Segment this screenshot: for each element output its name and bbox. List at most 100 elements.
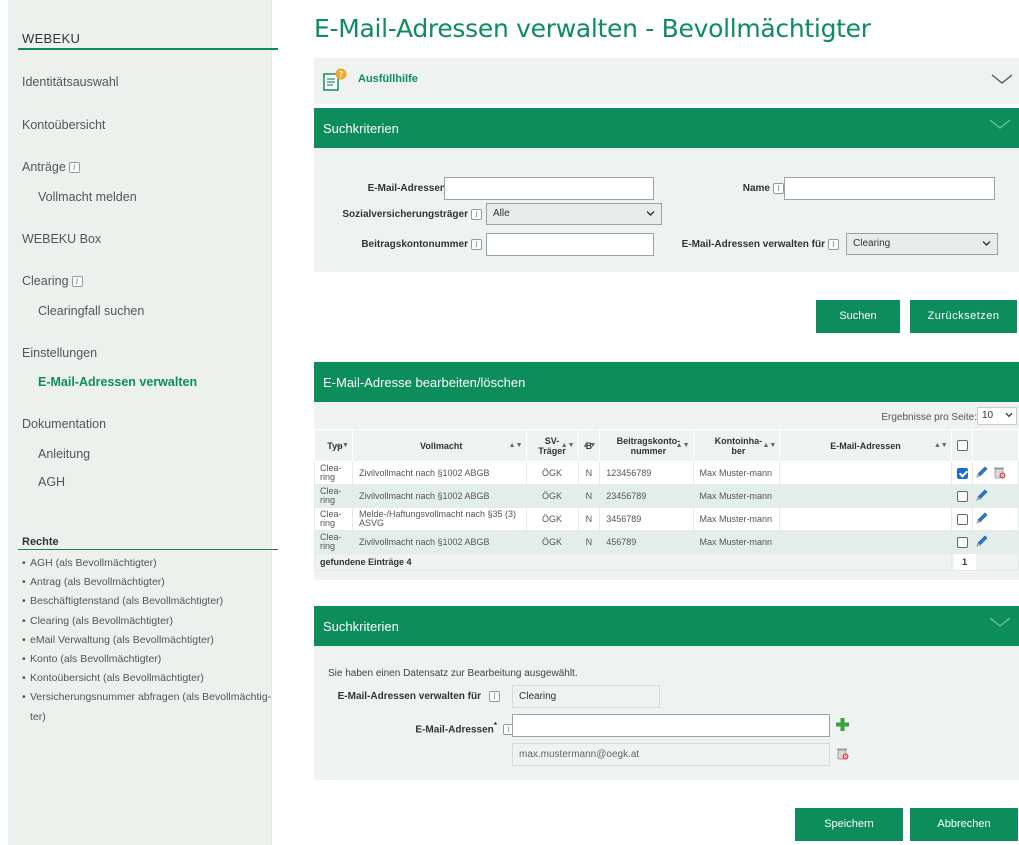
cell-typ: Clea-ring (314, 461, 353, 485)
email-search-input[interactable] (444, 177, 654, 200)
rechte-item: Clearing (als Bevollmächtigter) (22, 612, 272, 631)
info-icon[interactable]: i (828, 239, 839, 250)
sort-icon[interactable]: ▲▼ (582, 441, 596, 451)
table-row[interactable]: Clea-ring Zivilvollmacht nach §1002 ABGB… (314, 461, 1019, 485)
table-row[interactable]: Clea-ring Melde-/Haftungsvollmacht nach … (314, 507, 1019, 531)
sv-select-value: Alle (493, 208, 510, 219)
edit-pencil-icon[interactable] (975, 466, 989, 481)
page-button[interactable]: 1 (953, 554, 976, 570)
col-typ[interactable]: Typ ▲▼ (314, 429, 353, 462)
cancel-button[interactable]: Abbrechen (910, 808, 1018, 841)
col-b[interactable]: B ▲▼ (577, 429, 601, 462)
row-checkbox[interactable] (956, 490, 968, 502)
pagination: 1 (950, 553, 1019, 571)
sidebar-item-clearing[interactable]: Clearing i (22, 274, 83, 288)
sidebar-item-email-adressen-verwalten[interactable]: E-Mail-Adressen verwalten (38, 375, 197, 389)
edit-pencil-icon[interactable] (975, 512, 989, 527)
sidebar-item-dokumentation[interactable]: Dokumentation (22, 417, 106, 431)
info-icon[interactable]: i (71, 276, 83, 288)
sidebar-item-clearingfall-suchen[interactable]: Clearingfall suchen (38, 304, 144, 318)
rechte-item: Antrag (als Bevollmächtigter) (22, 573, 272, 592)
col-email-adressen[interactable]: E-Mail-Adressen ▲▼ (779, 429, 952, 462)
cell-checkbox[interactable] (950, 530, 974, 554)
col-kontoinhaber[interactable]: Kontoinha-ber ▲▼ (692, 429, 781, 462)
col-label: Beitragskonto-nummer (616, 435, 681, 456)
sidebar-item-antraege[interactable]: Anträge i (22, 160, 80, 174)
delete-bin-icon[interactable] (992, 467, 1006, 481)
search-button[interactable]: Suchen (816, 300, 900, 333)
col-sv-traeger[interactable]: SV-Träger ▲▼ (525, 429, 579, 462)
info-icon[interactable]: i (68, 162, 80, 174)
cell-inhaber: Max Muster-mann (692, 530, 781, 554)
sort-icon[interactable]: ▲▼ (934, 441, 948, 451)
reset-button[interactable]: Zurücksetzen (910, 300, 1017, 333)
cell-vollmacht: Zivilvollmacht nach §1002 ABGB (351, 484, 527, 508)
sort-icon[interactable]: ▲▼ (676, 441, 690, 451)
sidebar-item-vollmacht-melden[interactable]: Vollmacht melden (38, 190, 137, 204)
help-accordion[interactable]: ? Ausfüllhilfe (314, 58, 1019, 104)
add-plus-icon[interactable] (835, 717, 850, 737)
save-button[interactable]: Speichern (795, 808, 903, 841)
sidebar-item-kontouebersicht[interactable]: Kontoübersicht (22, 118, 105, 132)
results-table-wrap: Ergebnisse pro Seite: 10 Typ ▲▼ Vollmacht… (314, 402, 1019, 580)
sidebar-item-identitaetsauswahl[interactable]: Identitätsauswahl (22, 75, 119, 89)
col-beitragskontonummer[interactable]: Beitragskonto-nummer ▲▼ (599, 429, 694, 462)
required-mark: * (493, 720, 497, 730)
row-checkbox[interactable] (956, 536, 968, 548)
col-vollmacht[interactable]: Vollmacht ▲▼ (351, 429, 527, 462)
chevron-down-icon (982, 239, 991, 251)
row-checkbox[interactable] (956, 513, 968, 525)
cell-checkbox[interactable] (950, 484, 974, 508)
cell-b: N (577, 530, 601, 554)
edit-email-label-text: E-Mail-Adressen (415, 724, 494, 736)
rechte-item: eMail Verwaltung (als Bevollmächtigter) (22, 631, 272, 650)
info-icon[interactable]: i (471, 209, 482, 220)
edit-pencil-icon[interactable] (975, 489, 989, 504)
edit-panel-header[interactable]: Suchkriterien (314, 606, 1019, 646)
info-icon[interactable]: i (471, 239, 482, 250)
row-checkbox[interactable] (956, 467, 968, 479)
per-page-select[interactable]: 10 (977, 407, 1017, 425)
verwalten-label-text: E-Mail-Adressen verwalten für (681, 239, 825, 251)
verwalten-select[interactable]: Clearing (846, 233, 998, 255)
sidebar-item-anleitung[interactable]: Anleitung (38, 447, 90, 461)
sort-icon[interactable]: ▲▼ (561, 441, 575, 451)
cell-b: N (577, 484, 601, 508)
sort-icon[interactable]: ▲▼ (509, 441, 523, 451)
table-row[interactable]: Clea-ring Zivilvollmacht nach §1002 ABGB… (314, 484, 1019, 508)
col-select-all[interactable] (950, 429, 974, 462)
sv-select[interactable]: Alle (486, 203, 662, 225)
cell-checkbox[interactable] (950, 507, 974, 531)
rechte-divider (18, 549, 278, 550)
cell-vollmacht: Zivilvollmacht nach §1002 ABGB (351, 461, 527, 485)
edit-pencil-icon[interactable] (975, 535, 989, 550)
table-footer-row: gefundene Einträge 4 1 (314, 553, 1019, 571)
cell-b: N (577, 507, 601, 531)
cell-actions (972, 507, 1019, 531)
konto-label-text: Beitragskontonummer (361, 239, 468, 251)
info-icon[interactable]: i (489, 691, 500, 702)
search-panel-header[interactable]: Suchkriterien (314, 108, 1019, 148)
new-email-input[interactable] (512, 714, 830, 737)
svg-text:?: ? (339, 70, 344, 79)
chevron-down-icon[interactable] (989, 616, 1011, 631)
cell-checkbox[interactable] (950, 461, 974, 485)
sidebar-item-agh[interactable]: AGH (38, 475, 65, 489)
table-row[interactable]: Clea-ring Zivilvollmacht nach §1002 ABGB… (314, 530, 1019, 554)
sidebar-item-einstellungen[interactable]: Einstellungen (22, 346, 97, 360)
select-all-checkbox[interactable] (956, 440, 968, 452)
chevron-down-icon[interactable] (989, 118, 1011, 133)
sort-icon[interactable]: ▲▼ (335, 441, 349, 451)
sv-label: Sozialversicherungsträger i (332, 209, 482, 220)
info-icon[interactable]: i (773, 183, 784, 194)
konto-input[interactable] (486, 233, 654, 256)
email-label: E-Mail-Adresseni (332, 183, 460, 194)
sidebar-item-label: Anträge (22, 160, 66, 174)
rechte-item: Versicherungsnummer abfragen (als Bevoll… (22, 688, 272, 726)
name-input[interactable] (784, 177, 995, 200)
cell-konto: 3456789 (599, 507, 694, 531)
delete-bin-icon[interactable] (835, 746, 849, 765)
sidebar-item-webeku-box[interactable]: WEBEKU Box (22, 232, 101, 246)
chevron-down-icon[interactable] (991, 72, 1013, 90)
sort-icon[interactable]: ▲▼ (762, 441, 776, 451)
